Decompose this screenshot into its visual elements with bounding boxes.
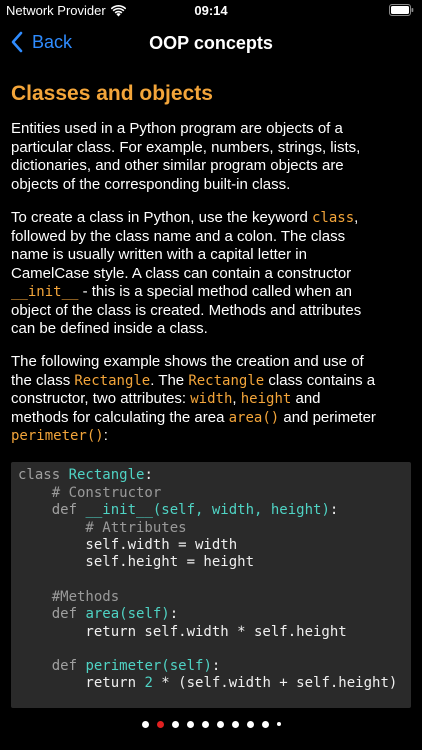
code-keyword: class <box>18 467 69 483</box>
code-text: : <box>211 658 221 674</box>
text-line: objects of the corresponding built-in cl… <box>11 175 291 193</box>
code-block: class Rectangle: # Constructor def __ini… <box>11 462 411 708</box>
page-dot[interactable] <box>246 720 254 728</box>
page-title: OOP concepts <box>149 33 273 53</box>
code-comment: # Attributes <box>18 520 187 536</box>
code-text: return <box>18 675 145 691</box>
page-dot[interactable] <box>201 720 209 728</box>
code-identifier: __init__(self, width, height) <box>85 502 330 518</box>
paragraph-class-definition: To create a class in Python, use the key… <box>11 209 413 339</box>
code-text: * (self.width + self.height) <box>152 675 398 691</box>
page-dot-active[interactable] <box>156 720 164 728</box>
code-keyword: def <box>18 658 86 674</box>
page-dot[interactable] <box>261 720 269 728</box>
page-dot[interactable] <box>231 720 239 728</box>
battery-icon <box>389 4 414 16</box>
code-comment: # Constructor <box>18 485 162 501</box>
page-dot[interactable] <box>171 720 179 728</box>
text-line: Entities used in a Python program are ob… <box>11 120 343 137</box>
keyword-rectangle: Rectangle <box>74 372 151 389</box>
code-identifier: Rectangle <box>68 467 145 483</box>
text-line: CamelCase style. A class can contain a c… <box>11 264 352 282</box>
keyword-width: width <box>190 391 233 407</box>
code-text: : <box>169 606 179 622</box>
text-line: The following example shows the creation… <box>11 353 364 370</box>
text-line: name is usually written with a capital l… <box>11 246 307 263</box>
keyword-class: class <box>312 210 355 226</box>
code-keyword: def <box>18 502 86 518</box>
page-dot[interactable] <box>141 720 149 728</box>
page-dot[interactable] <box>216 720 224 728</box>
text-segment: class contains a <box>264 371 376 389</box>
code-line: class Rectangle: <box>18 467 153 483</box>
text-segment: methods for calculating the area <box>11 408 229 426</box>
text-segment: : <box>103 427 108 444</box>
section-title: Classes and objects <box>11 82 213 105</box>
text-segment: , <box>354 209 359 226</box>
code-line: self.height = height <box>18 554 255 570</box>
keyword-init: __init__ <box>11 284 79 300</box>
text-segment: and <box>291 390 321 407</box>
text-line: dictionaries, and other similar program … <box>11 157 344 174</box>
code-line: return 2 * (self.width + self.height) <box>18 675 397 691</box>
code-identifier: area(self) <box>85 606 170 622</box>
text-segment: . The <box>150 371 189 389</box>
keyword-area: area() <box>228 409 280 426</box>
keyword-perimeter: perimeter() <box>11 428 104 444</box>
code-line: def area(self): <box>18 606 178 622</box>
text-segment: constructor, two attributes: <box>11 390 191 407</box>
text-segment: - this is a special method called when a… <box>78 283 352 300</box>
text-line: particular class. For example, numbers, … <box>11 138 361 156</box>
text-segment: , <box>232 390 241 407</box>
paragraph-intro: Entities used in a Python program are ob… <box>11 120 413 194</box>
code-number: 2 <box>144 675 153 691</box>
text-line: object of the class is created. Methods … <box>11 301 362 319</box>
status-time: 09:14 <box>194 3 228 18</box>
text-segment: To create a class in Python, use the key… <box>11 209 312 226</box>
navigation-bar: Back OOP concepts <box>0 24 422 64</box>
code-line: def __init__(self, width, height): <box>18 502 339 518</box>
keyword-rectangle: Rectangle <box>188 372 265 389</box>
keyword-height: height <box>240 391 292 407</box>
code-keyword: def <box>18 606 86 622</box>
paragraph-example: The following example shows the creation… <box>11 353 413 446</box>
status-bar: Network Provider 09:14 <box>0 0 422 24</box>
text-line: can be defined inside a class. <box>11 320 208 337</box>
code-text: : <box>329 502 339 518</box>
page-dot-small[interactable] <box>276 722 281 726</box>
code-comment: #Methods <box>18 589 120 605</box>
text-segment: and perimeter <box>279 408 376 426</box>
code-text: : <box>144 467 153 483</box>
code-line: self.width = width <box>18 537 238 553</box>
code-identifier: perimeter(self) <box>85 658 212 674</box>
text-line: followed by the class name and a colon. … <box>11 227 346 245</box>
code-line: def perimeter(self): <box>18 658 221 674</box>
text-segment: the class <box>11 371 75 389</box>
page-dot[interactable] <box>186 720 194 728</box>
code-line: return self.width * self.height <box>18 624 347 640</box>
page-indicator <box>0 717 422 731</box>
